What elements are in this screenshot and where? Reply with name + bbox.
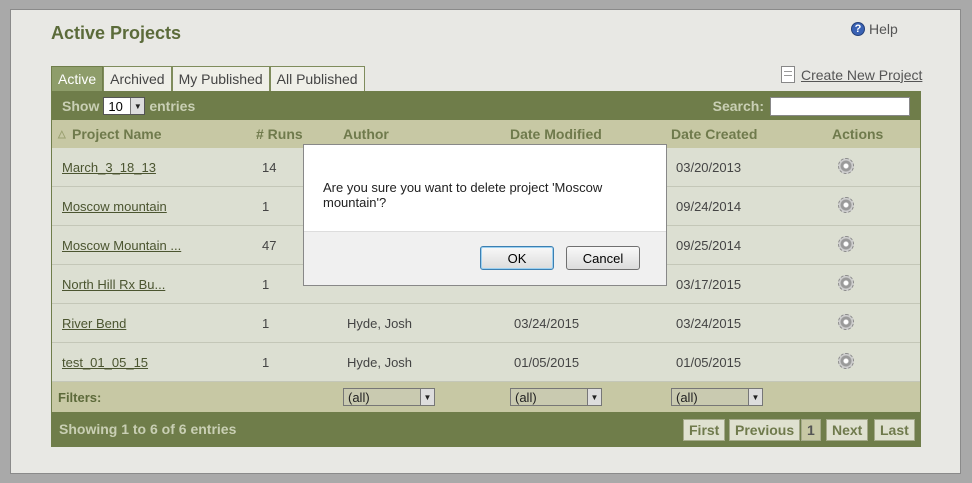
chevron-down-icon: ▼ xyxy=(748,389,762,405)
runs-cell: 1 xyxy=(262,277,270,292)
entries-select[interactable]: 10 ▼ xyxy=(103,97,146,115)
runs-cell: 14 xyxy=(262,160,277,175)
tab-all-published[interactable]: All Published xyxy=(269,66,365,92)
project-link[interactable]: North Hill Rx Bu... xyxy=(62,277,165,292)
tab-active[interactable]: Active xyxy=(51,66,104,92)
create-project-label: Create New Project xyxy=(801,66,923,83)
created-cell: 09/24/2014 xyxy=(676,199,742,214)
runs-cell: 1 xyxy=(262,316,270,331)
col-actions: Actions xyxy=(832,126,884,142)
gear-icon[interactable] xyxy=(838,275,854,291)
search-label: Search: xyxy=(712,98,764,114)
project-link[interactable]: March_3_18_13 xyxy=(62,160,156,175)
created-cell: 03/24/2015 xyxy=(676,316,742,331)
help-link[interactable]: ? Help xyxy=(851,21,898,37)
chevron-down-icon: ▼ xyxy=(130,98,145,114)
created-cell: 01/05/2015 xyxy=(676,355,742,370)
table-footer: Showing 1 to 6 of 6 entries First Previo… xyxy=(52,412,920,447)
sort-asc-icon: △ xyxy=(58,128,66,140)
gear-icon[interactable] xyxy=(838,197,854,213)
table-controls-bar: Show 10 ▼ entries Search: xyxy=(52,92,920,120)
gear-icon[interactable] xyxy=(838,353,854,369)
help-label: Help xyxy=(869,21,898,37)
modified-cell: 03/24/2015 xyxy=(514,316,580,331)
table-row: River Bend 1 Hyde, Josh 03/24/2015 03/24… xyxy=(52,304,920,343)
created-cell: 03/20/2013 xyxy=(676,160,742,175)
created-cell: 03/17/2015 xyxy=(676,277,742,292)
entries-value: 10 xyxy=(108,98,123,114)
tab-archived[interactable]: Archived xyxy=(103,66,172,92)
col-project-name[interactable]: Project Name xyxy=(72,126,161,142)
page-title: Active Projects xyxy=(51,23,182,43)
delete-confirm-dialog: Are you sure you want to delete project … xyxy=(303,144,667,286)
created-filter[interactable]: (all) ▼ xyxy=(671,388,763,406)
runs-cell: 1 xyxy=(262,199,270,214)
show-label: Show xyxy=(62,98,100,114)
search-input[interactable] xyxy=(770,96,910,116)
next-page-button[interactable]: Next xyxy=(826,419,869,441)
chevron-down-icon: ▼ xyxy=(587,389,601,405)
document-icon xyxy=(781,66,795,83)
modified-filter-value: (all) xyxy=(515,389,537,405)
create-project-link[interactable]: Create New Project xyxy=(781,66,922,83)
project-tabs: Active Archived My Published All Publish… xyxy=(51,66,365,92)
chevron-down-icon: ▼ xyxy=(420,389,434,405)
created-filter-value: (all) xyxy=(676,389,698,405)
filters-label: Filters: xyxy=(58,390,102,405)
author-filter-value: (all) xyxy=(348,389,370,405)
dialog-message: Are you sure you want to delete project … xyxy=(323,180,603,210)
author-cell: Hyde, Josh xyxy=(347,316,413,331)
tab-my-published[interactable]: My Published xyxy=(171,66,270,92)
previous-page-button[interactable]: Previous xyxy=(729,419,801,441)
filters-row: Filters: (all) ▼ (all) ▼ (all) ▼ xyxy=(52,382,920,412)
project-link[interactable]: Moscow mountain xyxy=(62,199,167,214)
col-runs[interactable]: # Runs xyxy=(256,126,303,142)
table-row: test_01_05_15 1 Hyde, Josh 01/05/2015 01… xyxy=(52,343,920,382)
entries-info: Showing 1 to 6 of 6 entries xyxy=(59,421,237,437)
col-author[interactable]: Author xyxy=(343,126,389,142)
dialog-footer: OK Cancel xyxy=(304,231,666,285)
author-filter[interactable]: (all) ▼ xyxy=(343,388,435,406)
help-icon: ? xyxy=(851,22,865,36)
runs-cell: 47 xyxy=(262,238,277,253)
project-link[interactable]: Moscow Mountain ... xyxy=(62,238,181,253)
project-link[interactable]: test_01_05_15 xyxy=(62,355,148,370)
col-date-modified[interactable]: Date Modified xyxy=(510,126,602,142)
author-cell: Hyde, Josh xyxy=(347,355,413,370)
gear-icon[interactable] xyxy=(838,314,854,330)
last-page-button[interactable]: Last xyxy=(874,419,915,441)
gear-icon[interactable] xyxy=(838,236,854,252)
entries-label: entries xyxy=(149,98,196,114)
gear-icon[interactable] xyxy=(838,158,854,174)
first-page-button[interactable]: First xyxy=(683,419,726,441)
col-date-created[interactable]: Date Created xyxy=(671,126,757,142)
runs-cell: 1 xyxy=(262,355,270,370)
page-1-button[interactable]: 1 xyxy=(801,419,821,441)
created-cell: 09/25/2014 xyxy=(676,238,742,253)
project-link[interactable]: River Bend xyxy=(62,316,126,331)
cancel-button[interactable]: Cancel xyxy=(566,246,640,270)
modified-cell: 01/05/2015 xyxy=(514,355,580,370)
modified-filter[interactable]: (all) ▼ xyxy=(510,388,602,406)
ok-button[interactable]: OK xyxy=(480,246,554,270)
